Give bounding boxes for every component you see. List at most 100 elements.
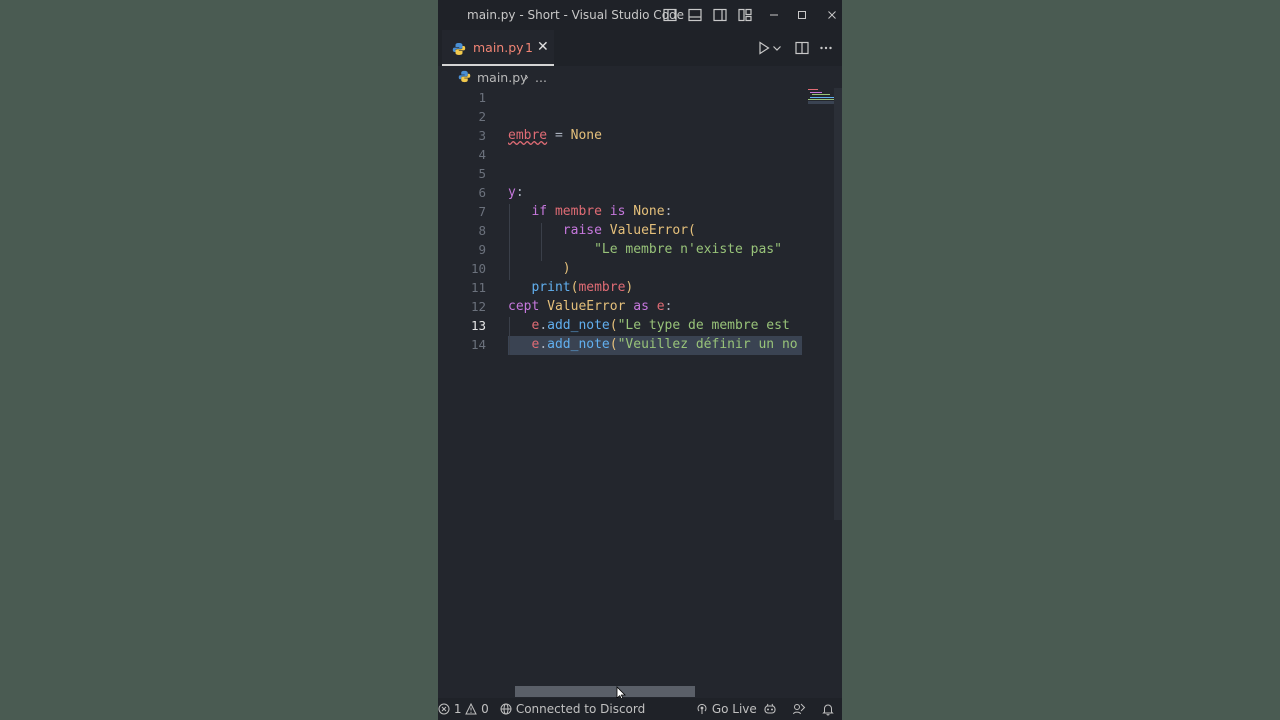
code-token: "Veuillez définir un no (617, 337, 798, 352)
code-token: is (609, 204, 626, 219)
close-window-icon[interactable] (824, 7, 840, 23)
tab-label: main.py (473, 40, 524, 55)
line-number: 2 (478, 109, 486, 124)
code-token: e (648, 299, 665, 314)
breadcrumb-file[interactable]: main.py (477, 70, 528, 85)
breadcrumb-symbols[interactable]: ... (535, 70, 547, 85)
minimize-icon[interactable] (766, 7, 782, 23)
notifications-bell-icon[interactable] (821, 702, 835, 717)
code-line: embre = None (508, 126, 602, 145)
go-live-button[interactable]: Go Live (696, 702, 757, 716)
split-editor-icon[interactable] (794, 40, 810, 56)
code-line: cept ValueError as e: (508, 297, 672, 316)
feedback-icon[interactable] (792, 702, 806, 717)
code-token: y (508, 185, 516, 200)
code-token: = (547, 128, 571, 143)
code-line: print(membre) (508, 278, 633, 297)
code-token: membre (578, 280, 626, 295)
code-token: : (515, 185, 524, 200)
code-token: add_note (547, 337, 610, 352)
code-token: None (633, 204, 665, 219)
code-token: print (531, 280, 571, 295)
code-token: if (531, 204, 548, 219)
line-number: 5 (478, 166, 486, 181)
code-line: ) (508, 259, 571, 278)
line-number: 9 (478, 242, 486, 257)
more-actions-icon[interactable] (818, 40, 834, 56)
tab-problem-count: 1 (525, 40, 533, 55)
line-number: 8 (478, 223, 486, 238)
error-icon (438, 703, 450, 715)
close-tab-icon[interactable]: ✕ (537, 39, 549, 55)
toggle-panel-icon[interactable] (687, 7, 703, 23)
error-count: 1 (453, 702, 462, 716)
python-icon (458, 70, 471, 86)
status-bar: 1 0 Connected to Discord Go Live (438, 698, 842, 720)
line-number: 4 (478, 147, 486, 162)
code-token: membre (547, 204, 610, 219)
code-token: : (664, 204, 673, 219)
discord-status[interactable]: Connected to Discord (500, 702, 645, 716)
code-token: add_note (547, 318, 610, 333)
title-bar: main.py - Short - Visual Studio Code (438, 0, 842, 30)
code-token: : (664, 299, 673, 314)
code-line: e.add_note("Veuillez définir un no (508, 335, 798, 354)
customize-layout-icon[interactable] (737, 7, 753, 23)
code-token: ( (688, 223, 696, 238)
window-title: main.py - Short - Visual Studio Code (467, 8, 685, 22)
toggle-secondary-sidebar-icon[interactable] (712, 7, 728, 23)
discord-status-label: Connected to Discord (515, 702, 646, 716)
problems-indicator[interactable]: 1 0 (438, 702, 489, 716)
broadcast-icon (697, 703, 707, 714)
minimap[interactable] (808, 88, 836, 108)
line-number: 14 (470, 337, 486, 352)
go-live-label: Go Live (711, 702, 757, 716)
code-token: None (570, 128, 602, 143)
warning-count: 0 (481, 702, 489, 716)
tab-main-py[interactable]: main.py 1 ✕ (442, 30, 554, 66)
code-token: raise (562, 223, 602, 238)
code-line: e.add_note("Le type de membre est (508, 316, 790, 335)
code-line: if membre is None: (508, 202, 672, 221)
vertical-scrollbar[interactable] (834, 88, 842, 520)
line-number: 11 (470, 280, 486, 295)
line-number: 12 (470, 299, 486, 314)
code-token: . (539, 318, 548, 333)
maximize-icon[interactable] (794, 7, 810, 23)
line-number: 1 (478, 90, 486, 105)
code-editor[interactable]: embre = None y: if membre is None: raise … (508, 88, 832, 678)
line-number: 13 (470, 318, 486, 333)
tab-bar: main.py 1 ✕ (438, 30, 842, 66)
code-token: "Le type de membre est (617, 318, 790, 333)
line-number: 6 (478, 185, 486, 200)
code-token: ( (609, 318, 618, 333)
code-token: ) (625, 280, 634, 295)
toggle-primary-sidebar-icon[interactable] (662, 7, 678, 23)
vscode-window: main.py - Short - Visual Studio Code mai (438, 0, 842, 720)
python-icon (452, 41, 466, 60)
warning-icon (465, 702, 478, 715)
code-token: "Le membre n'existe pas" (594, 242, 782, 257)
horizontal-scrollbar-thumb[interactable] (515, 686, 695, 697)
copilot-icon[interactable] (763, 702, 777, 717)
code-line: y: (508, 183, 524, 202)
line-number: 3 (478, 128, 486, 143)
code-token: ) (562, 261, 571, 276)
run-python-file-icon[interactable] (756, 40, 772, 56)
breadcrumb-separator: › (524, 69, 529, 84)
run-options-chevron-down-icon[interactable] (772, 40, 782, 56)
code-token: embre (508, 128, 548, 143)
code-token: . (539, 337, 548, 352)
code-token: as (633, 299, 649, 314)
code-line: raise ValueError( (508, 221, 696, 240)
code-token: ValueError (547, 299, 626, 314)
line-number: 7 (478, 204, 486, 219)
code-token: cept (508, 299, 540, 314)
